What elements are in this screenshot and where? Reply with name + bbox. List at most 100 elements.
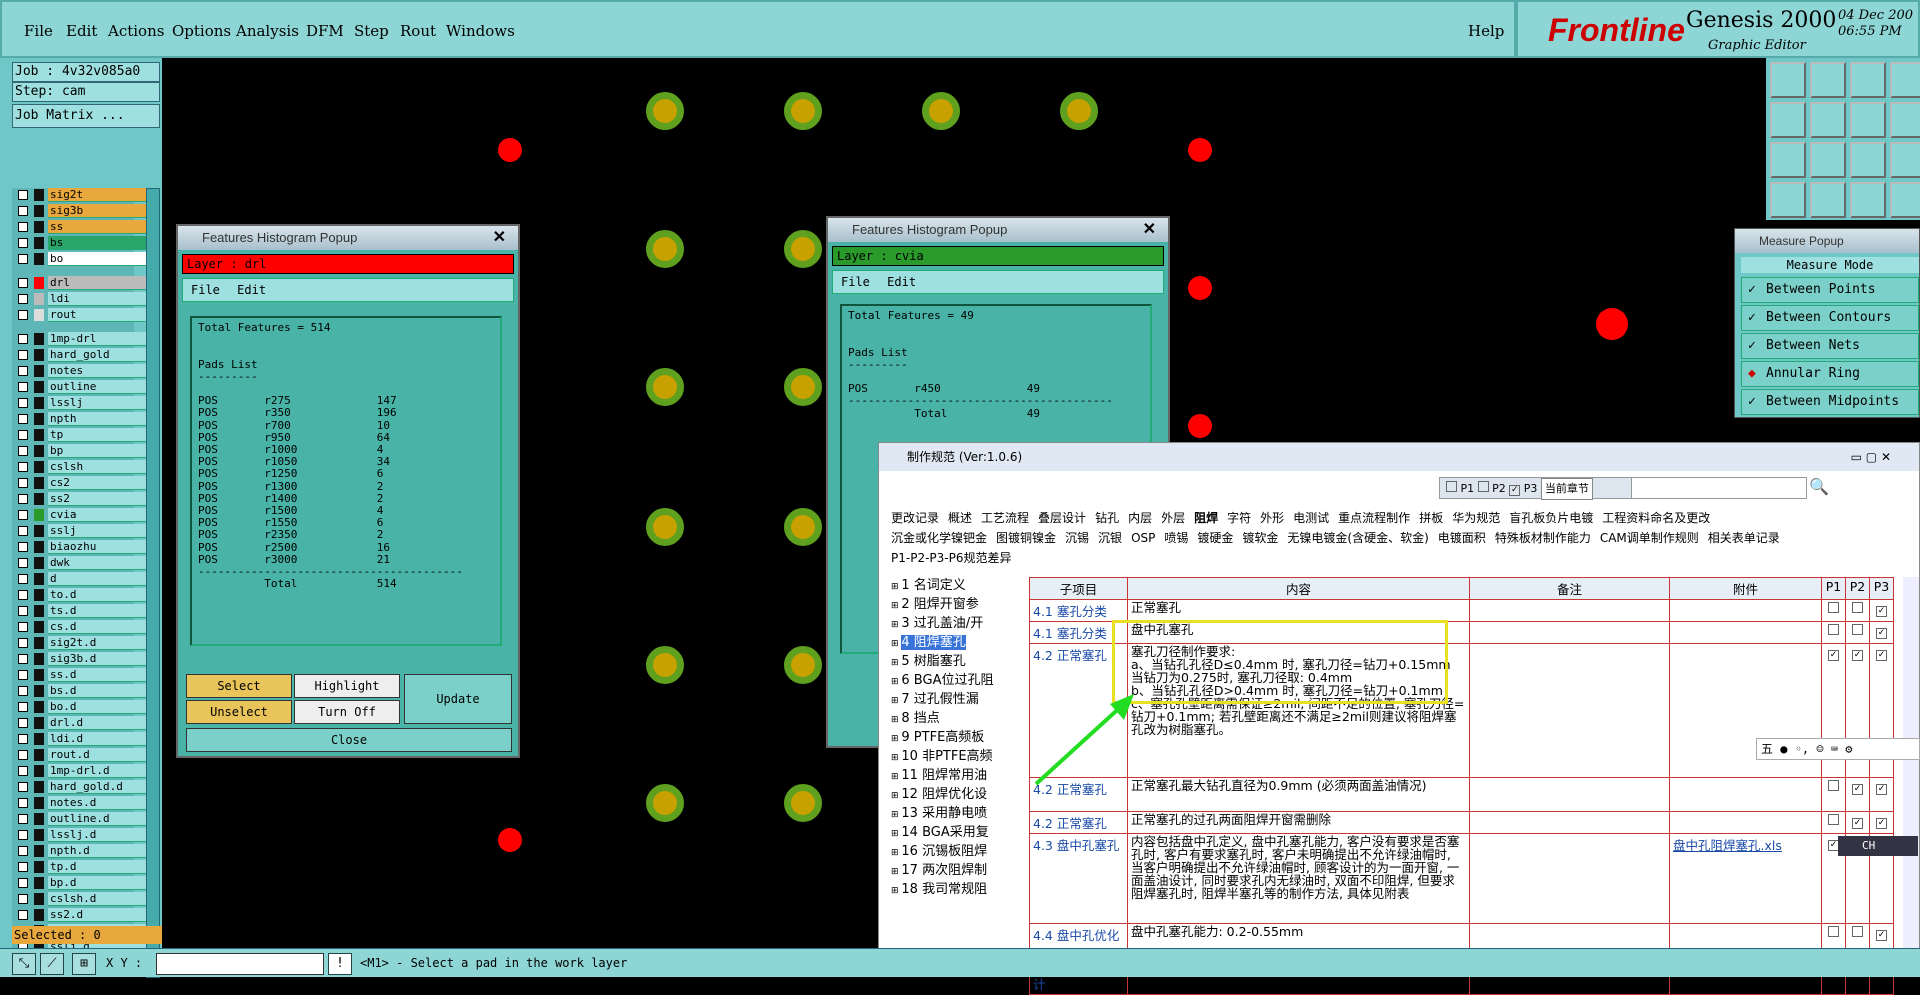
select-button[interactable]: Select [186, 674, 292, 698]
menu-file[interactable]: File [191, 283, 220, 297]
layer-row[interactable]: outline [14, 380, 146, 394]
measure-mode-between-midpoints[interactable]: ✓ Between Midpoints [1741, 389, 1919, 415]
layer-row[interactable]: sig2t.d [14, 636, 146, 650]
tool-button[interactable] [1850, 182, 1886, 218]
layer-row[interactable]: lsslj.d [14, 828, 146, 842]
tab-tabs2-1[interactable]: 图镀铜镍金 [996, 531, 1056, 545]
tab-tabs2-6[interactable]: 镀硬金 [1197, 531, 1233, 545]
tool-button[interactable] [1770, 182, 1806, 218]
layer-row[interactable]: outline.d [14, 812, 146, 826]
tab-tabs1-4[interactable]: 钻孔 [1095, 511, 1119, 525]
menu-edit[interactable]: Edit [66, 22, 97, 40]
job-matrix-button[interactable]: Job Matrix ... [12, 104, 160, 128]
tool-button[interactable] [1810, 62, 1846, 98]
menu-step[interactable]: Step [354, 22, 389, 40]
layer-row[interactable]: cslsh.d [14, 892, 146, 906]
row-attachment[interactable] [1669, 777, 1822, 812]
row-checkbox[interactable] [1828, 780, 1839, 791]
layer-checkbox[interactable] [18, 462, 28, 472]
row-checkbox[interactable] [1828, 624, 1839, 635]
layer-row[interactable]: ss [14, 220, 146, 234]
tab-tabs1-3[interactable]: 叠层设计 [1038, 511, 1086, 525]
menu-help[interactable]: Help [1468, 22, 1504, 40]
layer-row[interactable]: bo [14, 252, 146, 266]
tree-item[interactable]: ⊞ 3 过孔盖油/开 [891, 615, 1007, 634]
row-attachment[interactable] [1669, 599, 1822, 622]
layer-row[interactable]: 1mp-drl [14, 332, 146, 346]
layer-row[interactable]: hard_gold.d [14, 780, 146, 794]
menu-file[interactable]: File [841, 275, 870, 289]
p1-filter-checkbox[interactable] [1446, 481, 1457, 492]
tree-item[interactable]: ⊞ 14 BGA采用复 [891, 824, 1007, 843]
layer-checkbox[interactable] [18, 558, 28, 568]
table-row[interactable]: 4.3 盘中孔塞孔 内容包括盘中孔定义, 盘中孔塞孔能力, 客户没有要求是否塞孔时… [1029, 833, 1894, 924]
menu-file[interactable]: File [24, 22, 53, 40]
expand-icon[interactable]: ⊞ [891, 848, 901, 858]
expand-icon[interactable]: ⊞ [891, 791, 901, 801]
layer-checkbox[interactable] [18, 686, 28, 696]
measure-mode-between-points[interactable]: ✓ Between Points [1741, 277, 1919, 303]
menu-dfm[interactable]: DFM [306, 22, 344, 40]
layer-row[interactable]: rout [14, 308, 146, 322]
tab-tabs1-12[interactable]: 拼板 [1419, 511, 1443, 525]
tab-tabs1-7[interactable]: 阻焊 [1194, 511, 1218, 525]
layer-row[interactable]: bs [14, 236, 146, 250]
tool-button[interactable] [1770, 102, 1806, 138]
row-checkbox[interactable]: ✓ [1852, 784, 1863, 795]
layer-checkbox[interactable] [18, 654, 28, 664]
menu-analysis[interactable]: Analysis [236, 22, 299, 40]
row-checkbox[interactable] [1828, 814, 1839, 825]
layer-checkbox[interactable] [18, 718, 28, 728]
tool-button[interactable] [1810, 102, 1846, 138]
tab-tabs1-15[interactable]: 工程资料命名及更改 [1602, 511, 1710, 525]
tab-tabs1-1[interactable]: 概述 [948, 511, 972, 525]
layer-checkbox[interactable] [18, 478, 28, 488]
tab-tabs2-10[interactable]: 特殊板材制作能力 [1495, 531, 1591, 545]
layer-row[interactable]: dwk [14, 556, 146, 570]
tree-item[interactable]: ⊞ 13 采用静电喷 [891, 805, 1007, 824]
layer-checkbox[interactable] [18, 670, 28, 680]
chapter-select[interactable]: 当前章节 [1540, 478, 1593, 500]
expand-icon[interactable]: ⊞ [891, 696, 901, 706]
tab-tabs1-9[interactable]: 外形 [1260, 511, 1284, 525]
measure-mode-between-nets[interactable]: ✓ Between Nets [1741, 333, 1919, 359]
close-icon[interactable]: ✕ [1143, 218, 1156, 242]
tool-button[interactable] [1890, 62, 1920, 98]
ime-toolbar[interactable]: 五 ● ◦, ☺ ⌨ ⚙ [1756, 738, 1920, 760]
tab-tabs2-3[interactable]: 沉银 [1098, 531, 1122, 545]
search-input[interactable] [1631, 477, 1807, 499]
layer-row[interactable]: sslj [14, 524, 146, 538]
highlight-button[interactable]: Highlight [294, 674, 400, 698]
tool-button[interactable] [1770, 142, 1806, 178]
layer-checkbox[interactable] [18, 366, 28, 376]
expand-icon[interactable]: ⊞ [891, 639, 901, 649]
tree-item[interactable]: ⊞ 9 PTFE高频板 [891, 729, 1007, 748]
layer-checkbox[interactable] [18, 334, 28, 344]
layer-checkbox[interactable] [18, 830, 28, 840]
layer-row[interactable]: ldi [14, 292, 146, 306]
row-attachment[interactable] [1669, 621, 1822, 644]
row-checkbox[interactable]: ✓ [1852, 818, 1863, 829]
layer-row[interactable]: sig3b [14, 204, 146, 218]
table-row[interactable]: 4.1 塞孔分类 正常塞孔 ✓ [1029, 599, 1894, 622]
row-checkbox[interactable]: ✓ [1852, 650, 1863, 661]
tab-tabs2-9[interactable]: 电镀面积 [1438, 531, 1486, 545]
layer-checkbox[interactable] [18, 542, 28, 552]
row-checkbox[interactable]: ✓ [1876, 606, 1887, 617]
layer-checkbox[interactable] [18, 350, 28, 360]
menu-rout[interactable]: Rout [400, 22, 436, 40]
layer-list-scrollbar[interactable] [146, 188, 160, 978]
row-attachment[interactable] [1669, 811, 1822, 834]
layer-row[interactable]: ldi.d [14, 732, 146, 746]
tab-tabs1-2[interactable]: 工艺流程 [981, 511, 1029, 525]
tab-tabs2-8[interactable]: 无镍电镀金(含硬金、软金) [1287, 531, 1428, 545]
tab-tabs1-5[interactable]: 内层 [1128, 511, 1152, 525]
close-icon[interactable]: ✕ [493, 226, 506, 250]
measure-icon[interactable]: ⟋ [40, 953, 64, 975]
layer-row[interactable]: cs2 [14, 476, 146, 490]
layer-row[interactable]: tp [14, 428, 146, 442]
layer-checkbox[interactable] [18, 494, 28, 504]
close-button[interactable]: Close [186, 728, 512, 752]
expand-icon[interactable]: ⊞ [891, 734, 901, 744]
layer-row[interactable]: notes.d [14, 796, 146, 810]
